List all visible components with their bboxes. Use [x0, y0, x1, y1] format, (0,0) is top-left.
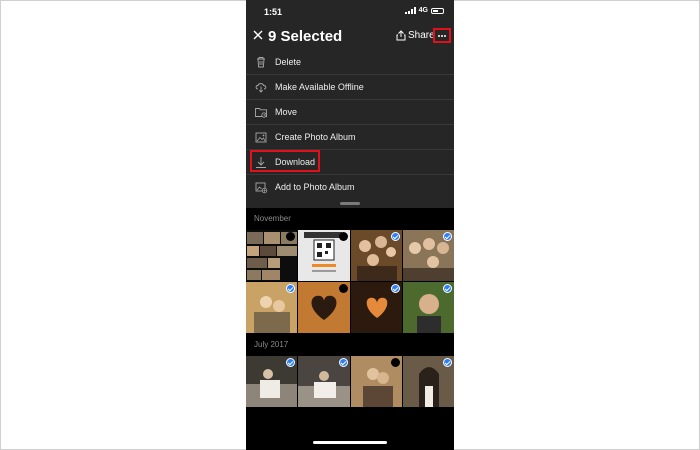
folder-move-icon — [255, 108, 267, 118]
download-highlight — [250, 150, 320, 172]
status-indicators: 4G — [404, 7, 444, 14]
photo-tile[interactable] — [402, 282, 454, 333]
photo-tile[interactable] — [246, 282, 298, 333]
battery-icon — [431, 7, 444, 14]
selected-check-icon — [443, 358, 452, 367]
menu-item-add-to-album[interactable]: Add to Photo Album — [246, 175, 454, 200]
photo-tile[interactable] — [298, 356, 350, 407]
photo-tile[interactable] — [402, 356, 454, 407]
photo-tile[interactable] — [298, 282, 350, 333]
phone-screen: 1:51 4G 9 Selected Share Delete Make Ava… — [246, 0, 454, 450]
selection-indicator — [390, 358, 400, 367]
photo-row — [246, 230, 454, 281]
more-dots-icon — [438, 34, 440, 37]
trash-icon — [257, 57, 265, 68]
selected-check-icon — [390, 232, 400, 241]
close-icon[interactable] — [252, 29, 264, 41]
menu-label: Add to Photo Album — [275, 182, 355, 192]
selected-check-icon — [338, 358, 348, 367]
section-header-july-2017: July 2017 — [254, 340, 289, 349]
photo-tile[interactable] — [402, 230, 454, 281]
selected-check-icon — [443, 284, 452, 293]
selected-check-icon — [443, 232, 452, 241]
selection-header: 9 Selected Share — [246, 24, 454, 50]
menu-item-make-offline[interactable]: Make Available Offline — [246, 75, 454, 100]
status-bar: 1:51 4G — [246, 0, 454, 24]
share-icon — [396, 30, 406, 41]
actions-menu: Delete Make Available Offline Move Creat… — [246, 50, 454, 208]
page-title: 9 Selected — [268, 28, 343, 45]
photo-tile[interactable] — [350, 230, 402, 281]
selected-check-icon — [390, 284, 400, 293]
share-label: Share — [408, 30, 435, 41]
signal-icon — [404, 7, 416, 14]
menu-item-delete[interactable]: Delete — [246, 50, 454, 75]
photo-row — [246, 282, 454, 333]
photo-tile[interactable] — [350, 356, 402, 407]
selection-indicator — [338, 284, 348, 293]
drag-handle[interactable] — [340, 202, 360, 205]
menu-label: Delete — [275, 57, 302, 67]
status-time: 1:51 — [264, 7, 283, 17]
menu-item-create-album[interactable]: Create Photo Album — [246, 125, 454, 150]
photo-row — [246, 356, 454, 407]
home-indicator[interactable] — [313, 441, 387, 444]
share-button[interactable]: Share — [396, 30, 435, 41]
network-label: 4G — [418, 7, 428, 14]
photo-tile[interactable] — [298, 230, 350, 281]
add-photo-icon — [255, 182, 268, 194]
menu-item-move[interactable]: Move — [246, 100, 454, 125]
photo-tile[interactable] — [246, 230, 298, 281]
more-options-button[interactable] — [433, 28, 451, 43]
selection-indicator — [338, 232, 348, 241]
menu-label: Create Photo Album — [275, 132, 356, 142]
photo-tile[interactable] — [246, 356, 298, 407]
cloud-download-icon — [255, 83, 267, 93]
photo-tile[interactable] — [350, 282, 402, 333]
menu-label: Make Available Offline — [275, 82, 364, 92]
menu-label: Move — [275, 107, 298, 117]
section-header-november: November — [254, 214, 291, 223]
photo-album-icon — [255, 132, 267, 143]
